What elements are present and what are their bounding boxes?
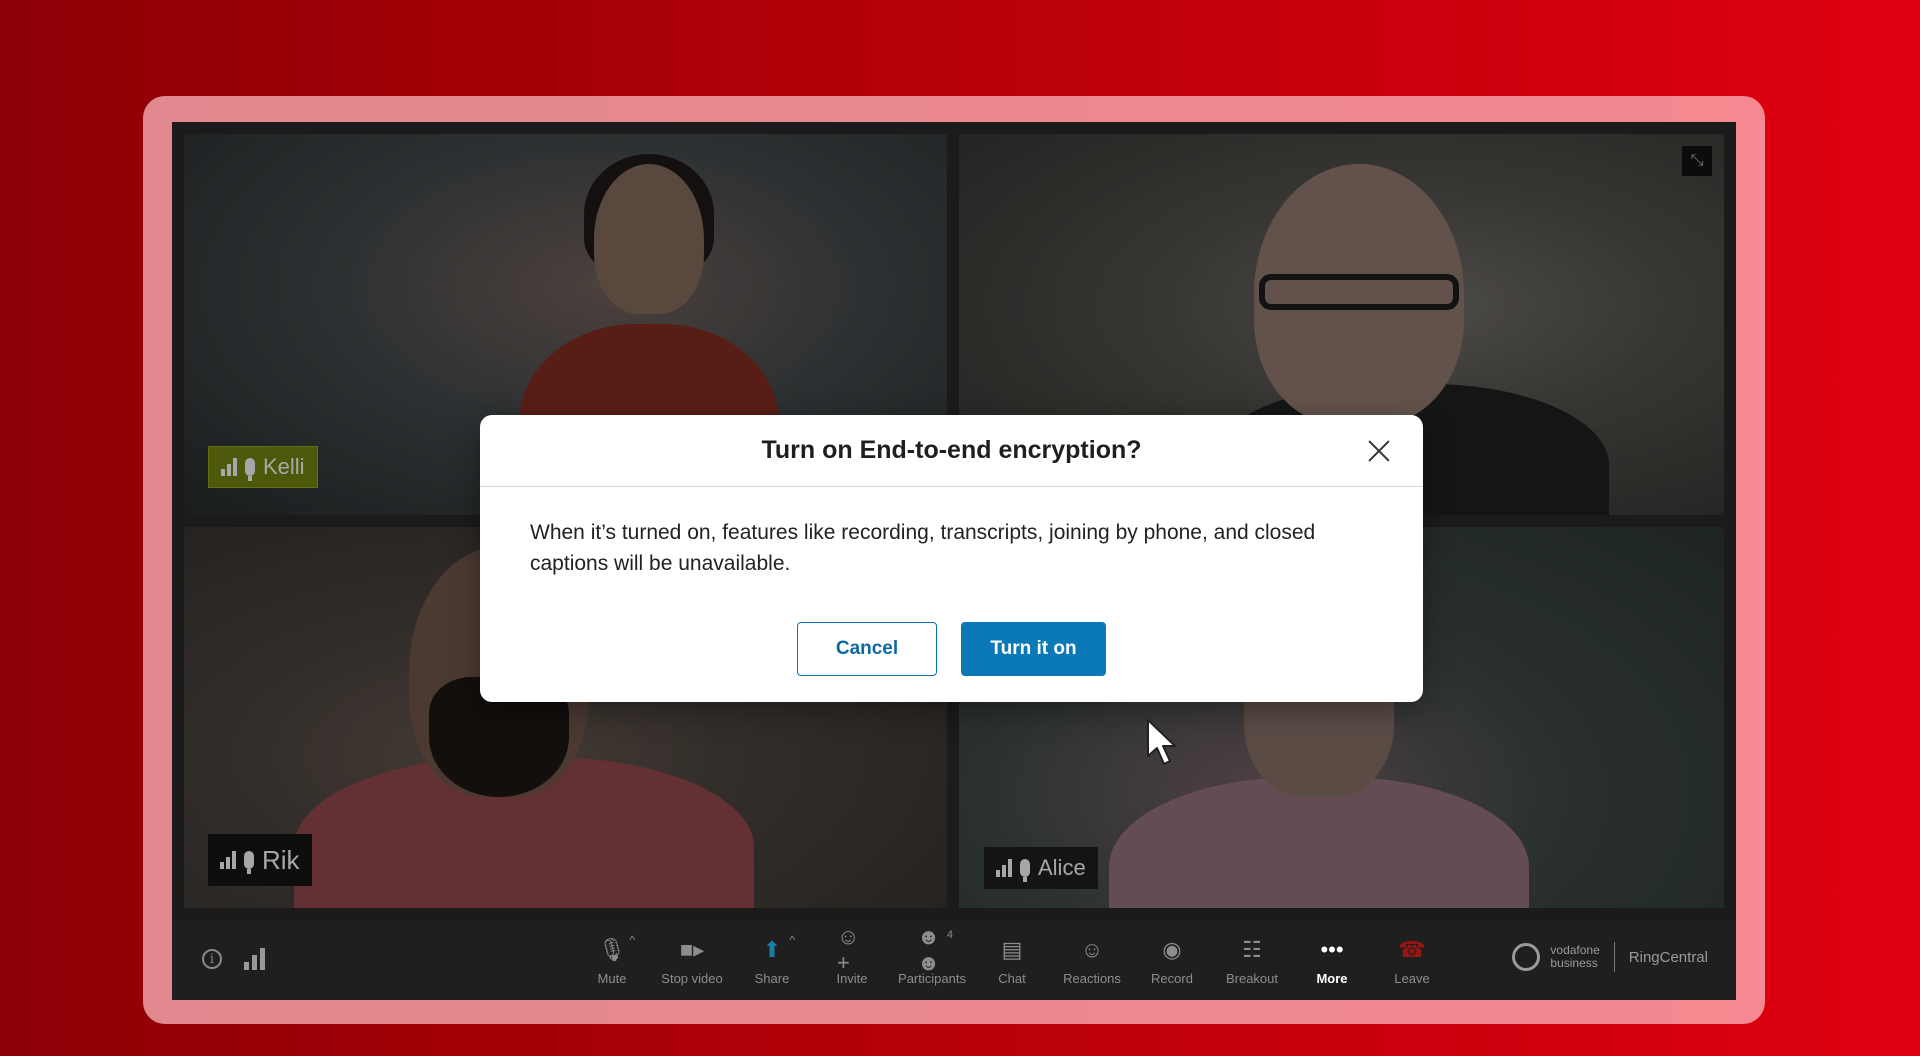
chat-label: Chat xyxy=(998,970,1026,986)
toolbar-left: i xyxy=(202,948,265,970)
share-label: Share xyxy=(754,970,790,986)
turn-it-on-button[interactable]: Turn it on xyxy=(961,622,1106,676)
vodafone-wordmark: vodafone business xyxy=(1550,944,1599,970)
ringcentral-wordmark: RingCentral xyxy=(1628,948,1708,966)
breakout-button[interactable]: ☷ Breakout xyxy=(1212,920,1292,1000)
reactions-button[interactable]: ☺ Reactions xyxy=(1052,920,1132,1000)
chat-button[interactable]: ▤ Chat xyxy=(972,920,1052,1000)
record-icon: ◉ xyxy=(1162,936,1182,962)
close-icon[interactable] xyxy=(1365,437,1393,465)
breakout-grid-icon: ☷ xyxy=(1242,936,1262,962)
dialog-title: Turn on End-to-end encryption? xyxy=(761,436,1142,464)
dialog-actions: Cancel Turn it on xyxy=(480,622,1423,676)
share-screen-icon: ⬆ ^ xyxy=(762,932,795,962)
add-person-icon: ☺+ xyxy=(837,923,860,975)
caret-up-icon[interactable]: ^ xyxy=(629,933,635,947)
record-button[interactable]: ◉ Record xyxy=(1132,920,1212,1000)
info-icon[interactable]: i xyxy=(202,949,222,969)
toolbar-controls: 🎙 ^ Mute ■▸ Stop video ⬆ ^ Share ☺+ Invite… xyxy=(572,920,1452,1000)
hang-up-icon: ☎ xyxy=(1398,936,1426,962)
e2ee-dialog: Turn on End-to-end encryption? When it’s… xyxy=(480,415,1423,702)
share-button[interactable]: ⬆ ^ Share xyxy=(732,920,812,1000)
meeting-toolbar: i 🎙 ^ Mute ■▸ Stop video ⬆ ^ Share ☺+ Invi… xyxy=(172,920,1736,1000)
stop-video-button[interactable]: ■▸ Stop video xyxy=(652,920,732,1000)
participants-button[interactable]: ☻☻ 4 Participants xyxy=(892,920,972,1000)
vodafone-sub: business xyxy=(1550,956,1598,970)
leave-button[interactable]: ☎ Leave xyxy=(1372,920,1452,1000)
smiley-icon: ☺ xyxy=(1080,936,1104,962)
more-label: More xyxy=(1316,970,1348,986)
invite-button[interactable]: ☺+ Invite xyxy=(812,920,892,1000)
video-camera-icon: ■▸ xyxy=(679,936,705,962)
breakout-label: Breakout xyxy=(1225,970,1279,986)
record-label: Record xyxy=(1151,970,1193,986)
vodafone-logo-icon xyxy=(1512,943,1541,971)
mouse-pointer-icon xyxy=(1147,719,1176,765)
more-dots-icon: ••• xyxy=(1320,936,1344,962)
chat-bubble-icon: ▤ xyxy=(1001,936,1023,962)
participants-count-badge: 4 xyxy=(946,928,953,941)
leave-label: Leave xyxy=(1394,970,1430,986)
brand-logos: vodafone business RingCentral xyxy=(1512,942,1708,972)
microphone-icon: 🎙 ^ xyxy=(598,932,635,962)
caret-up-icon[interactable]: ^ xyxy=(789,933,795,947)
stop-video-label: Stop video xyxy=(661,970,723,986)
dialog-message: When it’s turned on, features like recor… xyxy=(530,521,1316,575)
more-button[interactable]: ••• More xyxy=(1292,920,1372,1000)
reactions-label: Reactions xyxy=(1063,970,1121,986)
cancel-button[interactable]: Cancel xyxy=(797,622,937,676)
dialog-header: Turn on End-to-end encryption? xyxy=(480,415,1423,487)
mute-button[interactable]: 🎙 ^ Mute xyxy=(572,920,652,1000)
connection-quality-icon[interactable] xyxy=(244,948,265,970)
brand-divider xyxy=(1613,942,1615,972)
participants-icon: ☻☻ 4 xyxy=(917,923,953,975)
mute-label: Mute xyxy=(597,970,627,986)
